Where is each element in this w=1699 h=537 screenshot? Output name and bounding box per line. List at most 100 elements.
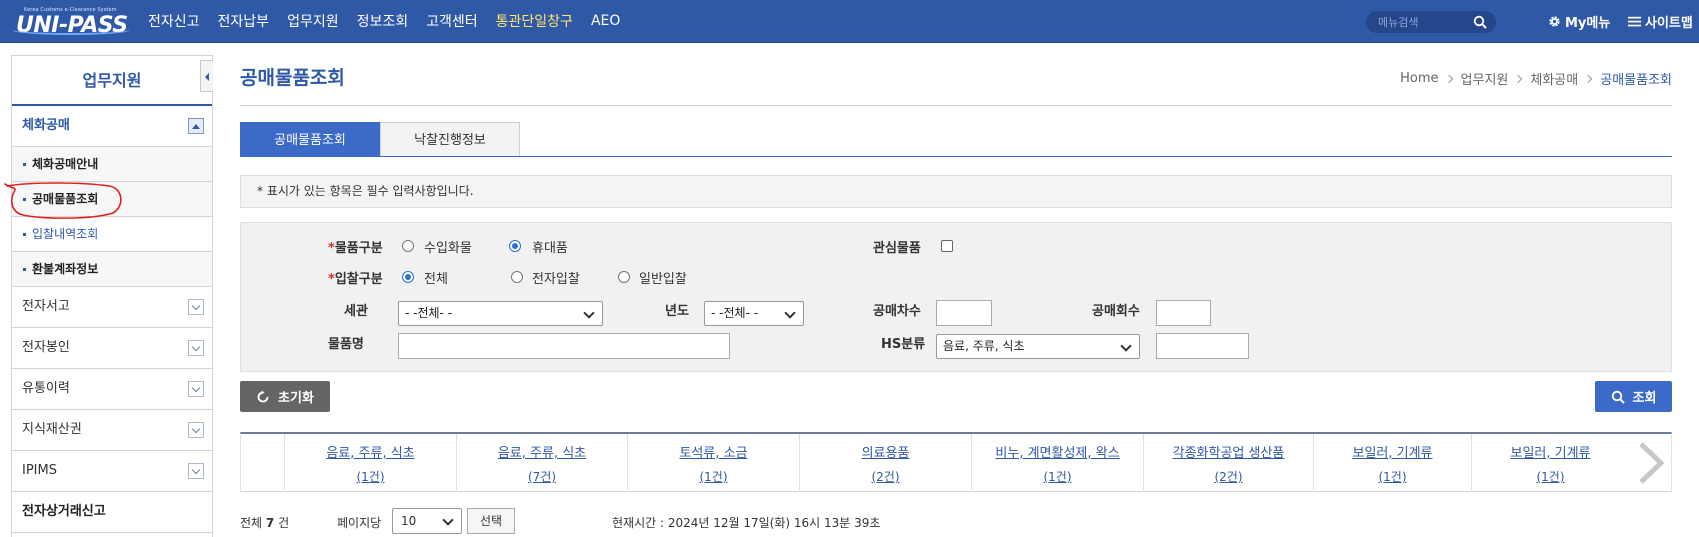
category-name[interactable]: 각종화학공업 생산품 (1144, 442, 1313, 461)
nav-item-customer-center[interactable]: 고객센터 (426, 11, 478, 31)
category-count[interactable]: (2건) (800, 468, 971, 485)
reset-button[interactable]: 초기화 (240, 381, 330, 412)
expand-arrow-icon[interactable] (188, 299, 204, 315)
nav-item-single-window[interactable]: 통관단일창구 (496, 11, 573, 31)
result-summary-bar: 전체 7 건 페이지당 10 선택 현재시간 : 2024년 12월 17일(화… (240, 508, 1672, 537)
category-name[interactable]: 토석류, 소금 (628, 442, 799, 461)
radio-bid-electronic-label[interactable]: 전자입찰 (532, 268, 580, 287)
category-name[interactable]: 보일러, 기계류 (1472, 442, 1629, 461)
goods-name-input[interactable] (398, 333, 730, 359)
auction-round-input[interactable] (936, 300, 992, 326)
expand-arrow-icon[interactable] (188, 422, 204, 438)
expand-arrow-icon[interactable] (188, 381, 204, 397)
category-item[interactable]: 비누, 계면활성제, 왁스 (1건) (971, 434, 1143, 492)
reset-button-label: 초기화 (278, 391, 314, 406)
radio-bid-all[interactable] (402, 271, 414, 283)
tab-auction-goods[interactable]: 공매물품조회 (240, 122, 380, 157)
menu-search-input[interactable] (1378, 14, 1468, 30)
interest-goods-checkbox[interactable] (941, 240, 953, 252)
category-count[interactable]: (1건) (1472, 468, 1629, 485)
nav-item-info-inquiry[interactable]: 정보조회 (357, 11, 409, 31)
radio-carry-on-label[interactable]: 휴대품 (532, 237, 568, 256)
radio-import-cargo[interactable] (402, 240, 414, 252)
category-name[interactable]: 음료, 주류, 식초 (285, 442, 456, 461)
category-item[interactable]: 각종화학공업 생산품 (2건) (1143, 434, 1313, 492)
category-name[interactable]: 비누, 계면활성제, 왁스 (972, 442, 1143, 461)
sidebar-group-ecommerce[interactable]: 전자상거래신고 (12, 492, 212, 533)
radio-bid-electronic[interactable] (511, 271, 523, 283)
search-icon (1611, 390, 1625, 404)
per-page-select[interactable]: 10 (392, 508, 462, 534)
sidebar-title: 업무지원 (12, 56, 213, 106)
nav-item-e-payment[interactable]: 전자납부 (218, 11, 270, 31)
search-button[interactable]: 조회 (1595, 381, 1672, 412)
per-page-apply-button[interactable]: 선택 (467, 508, 515, 534)
sidebar-group-ip-rights[interactable]: 지식재산권 (12, 410, 212, 451)
category-name[interactable]: 보일러, 기계류 (1314, 442, 1471, 461)
sidebar-group-label: 체화공매 (22, 118, 70, 133)
sidebar-item-auction-guide[interactable]: 체화공매안내 (12, 147, 212, 182)
category-item[interactable]: 음료, 주류, 식초 (1건) (284, 434, 456, 492)
customs-select[interactable]: - -전체- - (398, 301, 603, 326)
collapse-arrow-icon[interactable] (188, 118, 204, 134)
required-notice: * 표시가 있는 항목은 필수 입력사항입니다. (240, 175, 1672, 208)
sidebar-group-auction[interactable]: 체화공매 (12, 106, 212, 147)
mymenu-link[interactable]: My메뉴 (1547, 12, 1610, 31)
sidebar-group-e-archive[interactable]: 전자서고 (12, 287, 212, 328)
breadcrumb-auction[interactable]: 체화공매 (1530, 69, 1578, 88)
breadcrumb-business-support[interactable]: 업무지원 (1461, 69, 1509, 88)
global-nav: 전자신고 전자납부 업무지원 정보조회 고객센터 통관단일창구 AEO (148, 0, 638, 42)
nav-item-business-support[interactable]: 업무지원 (287, 11, 339, 31)
nav-item-e-declaration[interactable]: 전자신고 (148, 11, 200, 31)
radio-bid-general[interactable] (618, 271, 630, 283)
category-name[interactable]: 음료, 주류, 식초 (457, 442, 627, 461)
sidebar-collapse-toggle[interactable] (200, 60, 213, 92)
current-time: 현재시간 : 2024년 12월 17일(화) 16시 13분 39초 (612, 516, 881, 530)
category-item[interactable]: 토석류, 소금 (1건) (627, 434, 799, 492)
sidebar-group-label: 전자봉인 (22, 340, 70, 355)
category-count[interactable]: (1건) (285, 468, 456, 485)
category-item[interactable]: 보일러, 기계류 (1건) (1313, 434, 1471, 492)
radio-carry-on[interactable] (509, 240, 521, 252)
category-item[interactable]: 보일러, 기계류 (1건) (1471, 434, 1629, 492)
category-count[interactable]: (2건) (1144, 468, 1313, 485)
expand-arrow-icon[interactable] (188, 463, 204, 479)
auction-count-input[interactable] (1156, 300, 1211, 326)
category-name[interactable]: 의료용품 (800, 442, 971, 461)
category-item[interactable]: 음료, 주류, 식초 (7건) (456, 434, 627, 492)
logo-swoosh (12, 25, 130, 35)
category-count[interactable]: (1건) (972, 468, 1143, 485)
sitemap-link[interactable]: 사이트맵 (1627, 12, 1693, 31)
hs-category-strip: 음료, 주류, 식초 (1건) 음료, 주류, 식초 (7건) 토석류, 소금 … (240, 432, 1672, 492)
radio-bid-general-label[interactable]: 일반입찰 (639, 268, 687, 287)
sidebar-item-refund-account[interactable]: 환불계좌정보 (12, 252, 212, 287)
category-count[interactable]: (1건) (628, 468, 799, 485)
bid-type-label: *입찰구분 (328, 268, 383, 287)
search-button-label: 조회 (1632, 391, 1657, 406)
hs-code-input[interactable] (1156, 333, 1249, 359)
gear-icon (1549, 16, 1560, 27)
sidebar-group-distribution-history[interactable]: 유통이력 (12, 369, 212, 410)
sidebar-group-e-seal[interactable]: 전자봉인 (12, 328, 212, 369)
goods-type-label: *물품구분 (328, 237, 383, 256)
sidebar-item-bid-history[interactable]: 입찰내역조회 (12, 217, 212, 252)
tab-bid-progress[interactable]: 낙찰진행정보 (380, 122, 520, 157)
chevron-right-icon (1583, 74, 1593, 83)
search-icon[interactable] (1473, 15, 1487, 29)
category-count[interactable]: (7건) (457, 468, 627, 485)
radio-import-cargo-label[interactable]: 수입화물 (424, 237, 472, 256)
sidebar-group-label: IPIMS (22, 463, 57, 478)
category-count[interactable]: (1건) (1314, 468, 1471, 485)
top-navigation-bar: Korea Customs e-Clearance System UNI-PAS… (0, 0, 1699, 43)
chevron-right-icon[interactable] (1631, 440, 1671, 486)
unipass-logo[interactable]: Korea Customs e-Clearance System UNI-PAS… (12, 5, 130, 39)
category-item[interactable]: 의료용품 (2건) (799, 434, 971, 492)
breadcrumb-home[interactable]: Home (1400, 71, 1438, 86)
hs-class-select[interactable]: 음료, 주류, 식초 (936, 334, 1140, 359)
radio-bid-all-label[interactable]: 전체 (424, 268, 448, 287)
sidebar-group-ipims[interactable]: IPIMS (12, 451, 212, 492)
year-label: 년도 (665, 304, 689, 319)
nav-item-aeo[interactable]: AEO (591, 13, 620, 29)
expand-arrow-icon[interactable] (188, 340, 204, 356)
year-select[interactable]: - -전체- - (704, 301, 804, 326)
